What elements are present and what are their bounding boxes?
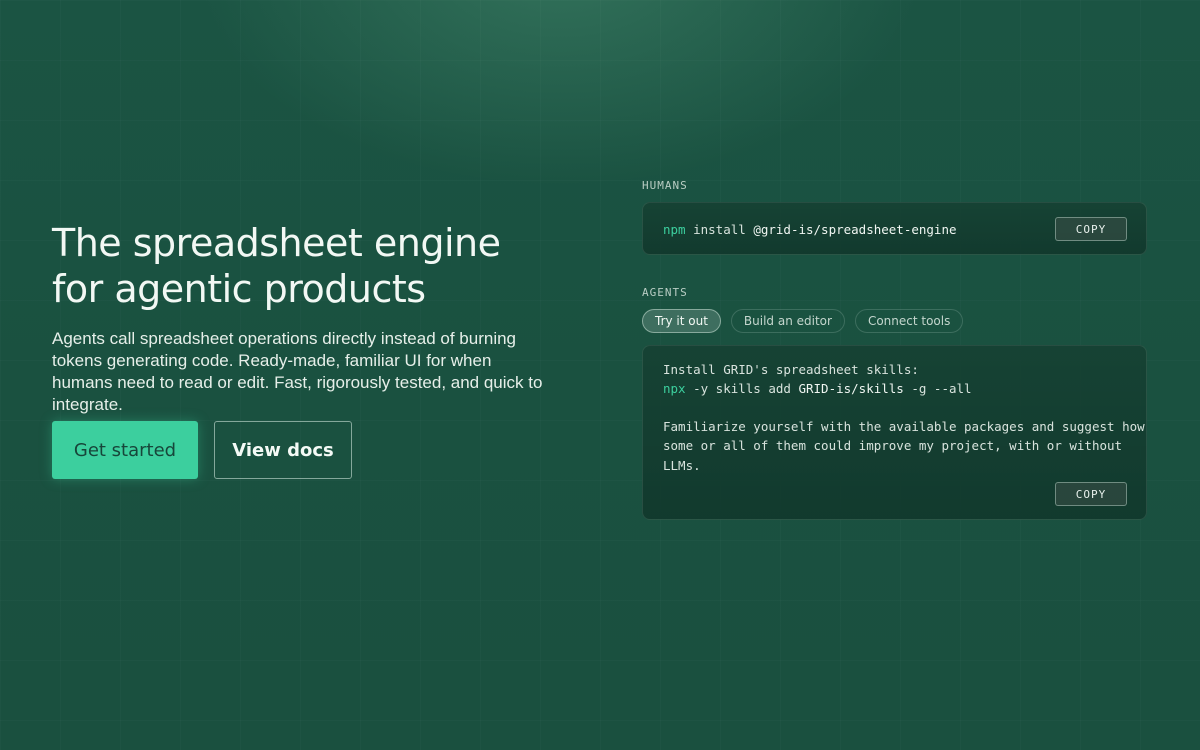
agents-line-4: some or all of them could improve my pro… [663, 438, 1123, 453]
agents-copy-button[interactable]: COPY [1055, 482, 1127, 506]
humans-command: npm install @grid-is/spreadsheet-engine [663, 222, 957, 237]
npx-keyword: npx [663, 381, 686, 396]
agents-code-box: Install GRID's spreadsheet skills: npx -… [642, 345, 1147, 520]
view-docs-button[interactable]: View docs [214, 421, 352, 479]
agents-line-2: npx -y skills add GRID-is/skills -g --al… [663, 381, 972, 396]
hero-buttons: Get started View docs [52, 421, 352, 479]
agents-line-3: Familiarize yourself with the available … [663, 419, 1145, 434]
tab-try-it-out[interactable]: Try it out [642, 309, 721, 333]
hero-title-line1: The spreadsheet engine [52, 221, 501, 265]
skills-package: GRID-is/skills [798, 381, 904, 396]
hero-description: Agents call spreadsheet operations direc… [52, 329, 543, 414]
npm-keyword: npm [663, 222, 686, 237]
agents-tabs: Try it out Build an editor Connect tools [642, 309, 964, 333]
tab-connect-tools[interactable]: Connect tools [854, 309, 964, 333]
humans-label: HUMANS [642, 179, 688, 192]
hero-section: The spreadsheet engine for agentic produ… [52, 220, 572, 416]
hero-title: The spreadsheet engine for agentic produ… [52, 220, 572, 312]
hero-title-line2: for agentic products [52, 267, 426, 311]
humans-code-box: npm install @grid-is/spreadsheet-engine … [642, 202, 1147, 255]
package-name: @grid-is/spreadsheet-engine [753, 222, 957, 237]
get-started-button[interactable]: Get started [52, 421, 198, 479]
humans-copy-button[interactable]: COPY [1055, 217, 1127, 241]
agents-line-2-part1: -y skills add [685, 381, 799, 396]
agents-line-1: Install GRID's spreadsheet skills: [663, 362, 919, 377]
agents-label: AGENTS [642, 286, 688, 299]
agents-line-5: LLMs. [663, 458, 701, 473]
tab-build-an-editor[interactable]: Build an editor [730, 309, 845, 333]
agents-line-2-part2: -g --all [903, 381, 972, 396]
install-text: install [685, 222, 754, 237]
